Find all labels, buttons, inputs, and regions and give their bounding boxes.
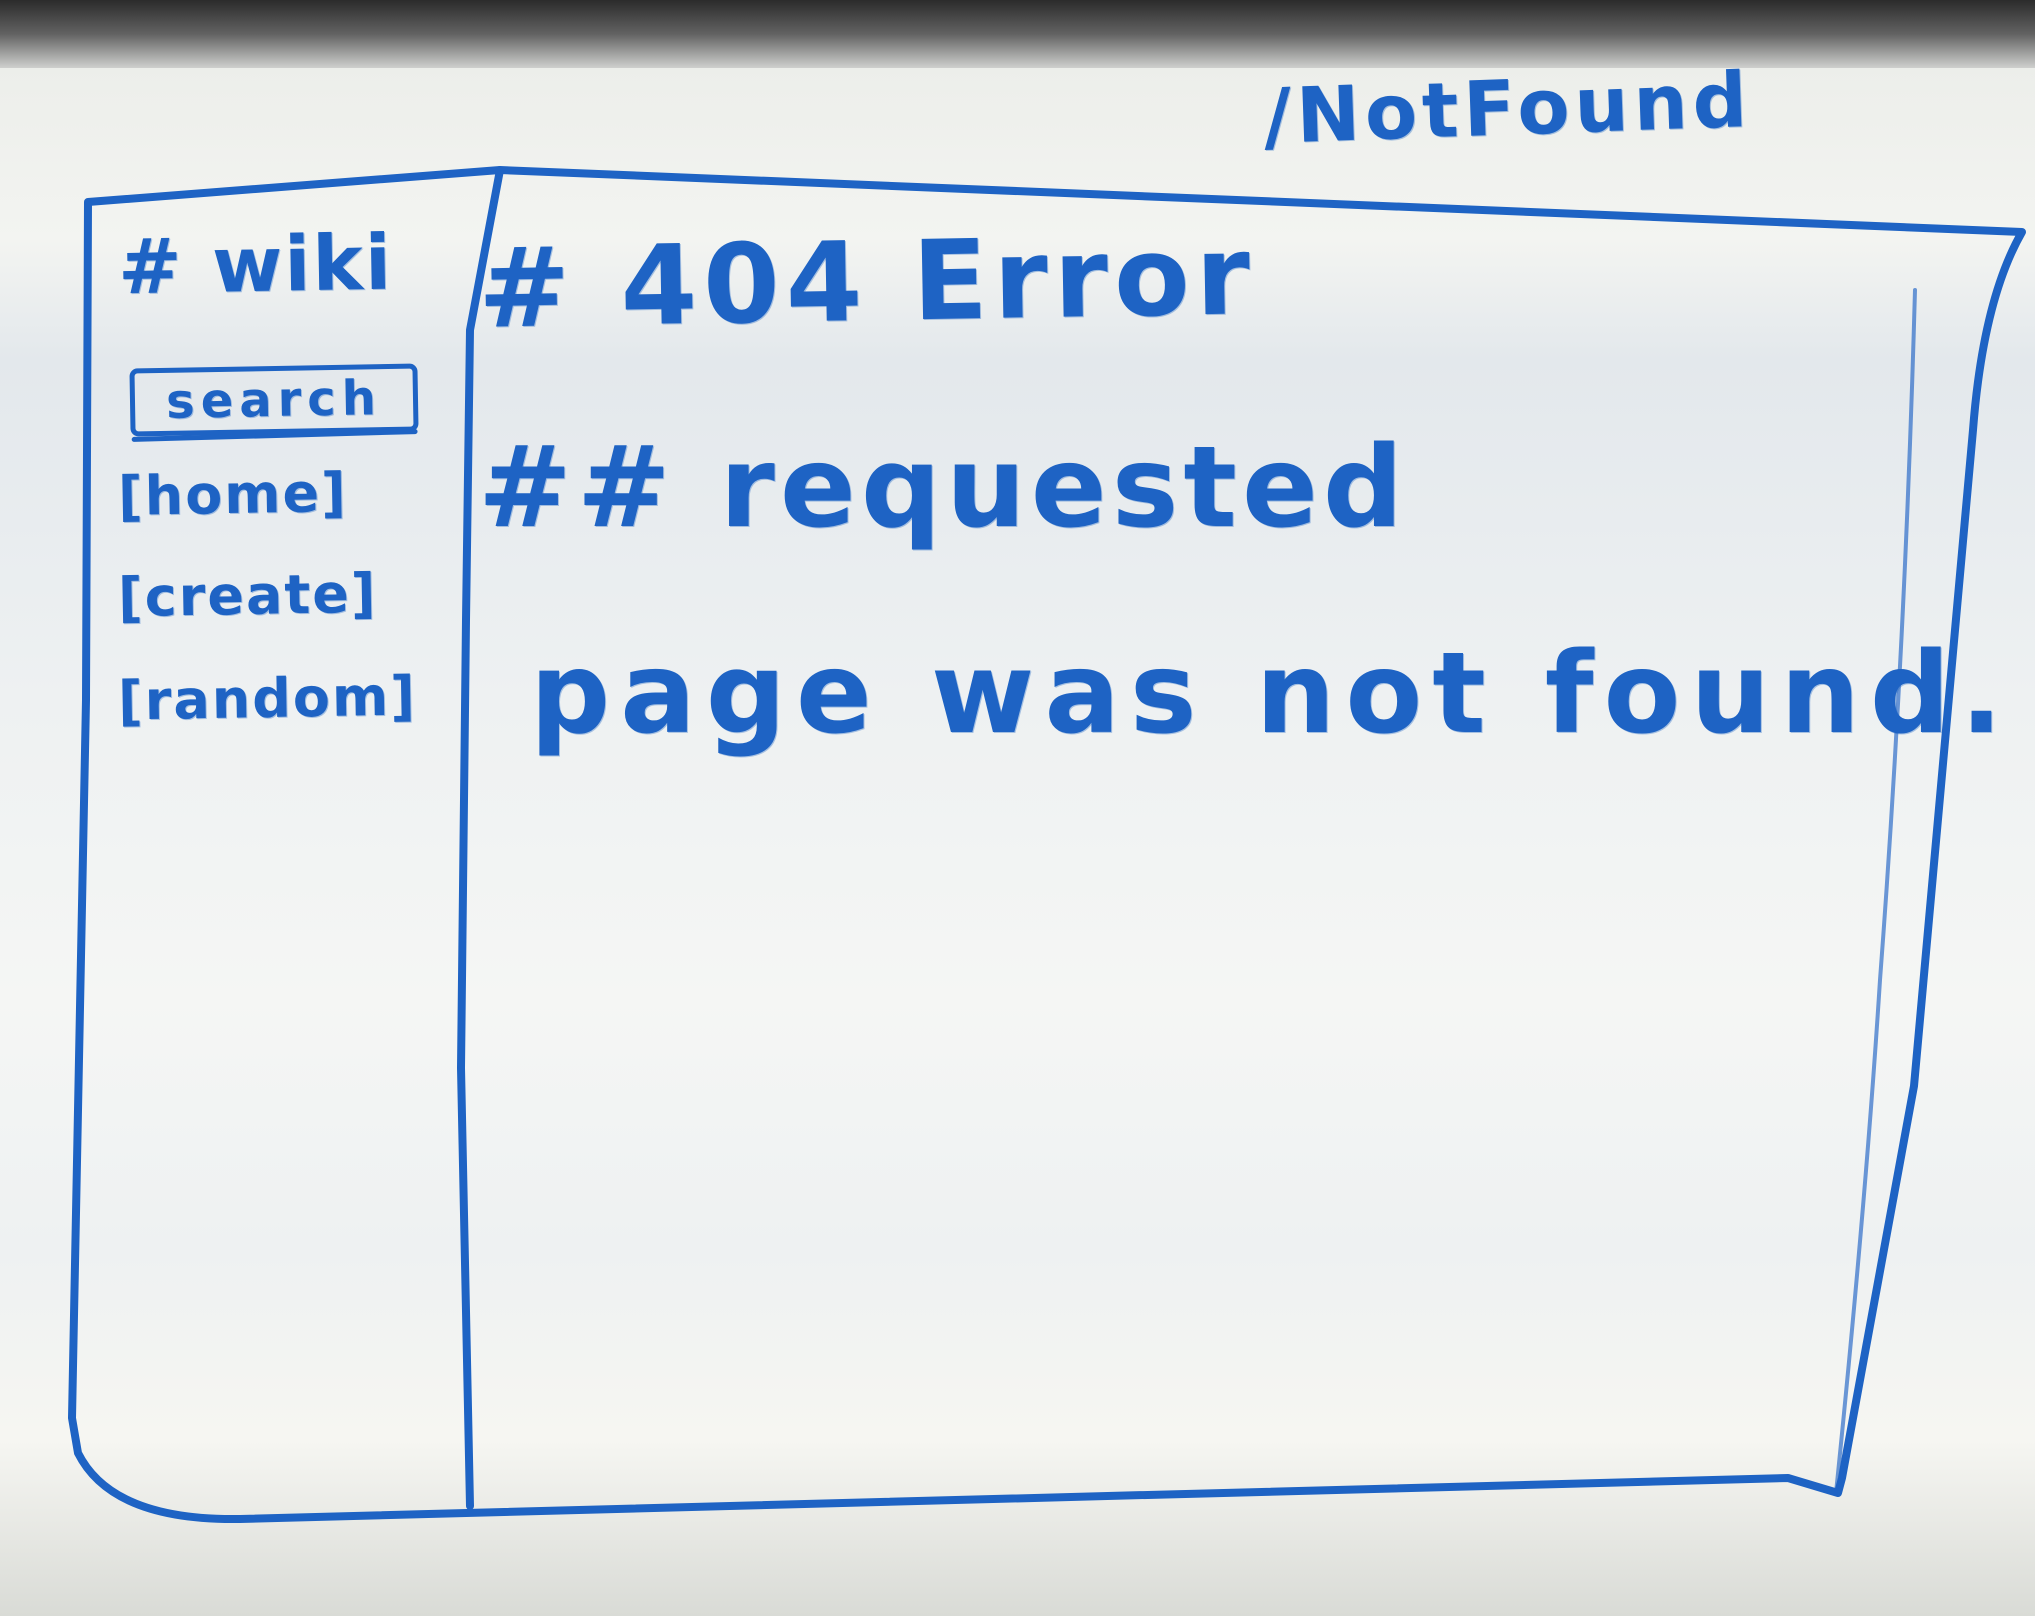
- wiki-title: # wiki: [117, 217, 394, 312]
- sidebar-item-home[interactable]: [home]: [117, 461, 348, 528]
- main-content: # 404 Error ## requested page was not fo…: [477, 211, 2003, 1448]
- page-message: page was not found.: [530, 629, 2013, 759]
- sidebar-item-create[interactable]: [create]: [117, 562, 378, 630]
- page-title: # 404 Error: [476, 211, 1257, 353]
- search-button[interactable]: search: [129, 363, 419, 437]
- sidebar: # wiki search [home] [create] [random]: [88, 208, 448, 1503]
- page-subheading: ## requested: [478, 423, 1409, 553]
- sidebar-item-random[interactable]: [random]: [117, 664, 417, 732]
- page-route: /NotFound: [1262, 54, 1754, 161]
